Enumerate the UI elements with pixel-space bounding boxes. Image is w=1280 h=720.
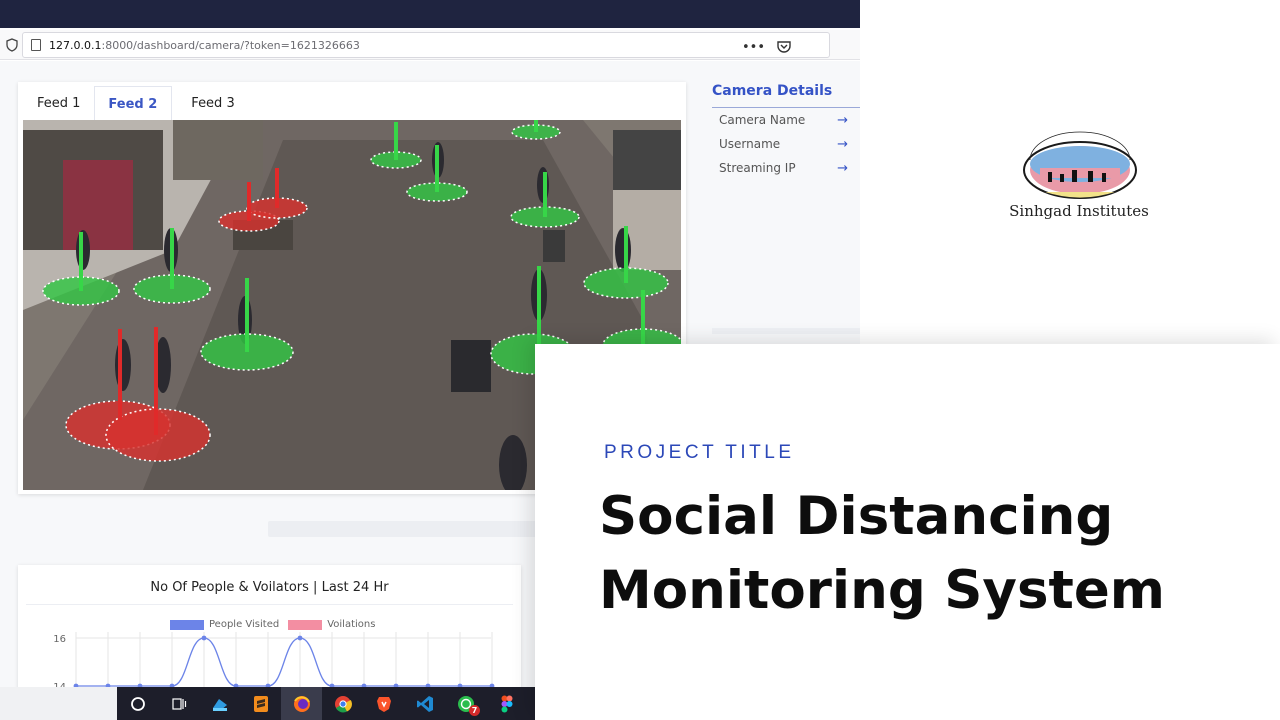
pocket-icon[interactable] (777, 40, 791, 53)
camera-name-label: Camera Name (719, 113, 806, 127)
screen: 127.0.0.1:8000/dashboard/camera/?token=1… (0, 0, 1280, 720)
project-label: PROJECT TITLE (604, 442, 795, 463)
cortana-icon[interactable] (117, 687, 158, 720)
panel-placeholder (712, 328, 860, 334)
project-title: Social Distancing Monitoring System (599, 480, 1279, 628)
series-line-people-visited (75, 637, 492, 687)
shield-icon[interactable] (6, 38, 18, 52)
brave-icon[interactable] (363, 687, 404, 720)
loading-placeholder (268, 521, 538, 537)
tab-feed-3[interactable]: Feed 3 (172, 86, 248, 120)
streaming-ip-label: Streaming IP (719, 161, 796, 175)
whatsapp-icon[interactable]: 7 (445, 687, 486, 720)
browser-titlebar (0, 0, 860, 28)
data-point (201, 635, 207, 641)
task-view-icon[interactable] (158, 687, 199, 720)
vscode-icon[interactable] (404, 687, 445, 720)
sublime-icon[interactable] (240, 687, 281, 720)
url-path: :8000/dashboard/camera/?token=1621326663 (101, 38, 360, 52)
app-icon[interactable] (199, 687, 240, 720)
streaming-ip-row[interactable]: Streaming IP → (712, 156, 860, 180)
arrow-right-icon[interactable]: → (837, 161, 848, 176)
line-chart: 1614 (53, 632, 495, 687)
project-title-line-2: Monitoring System (599, 560, 1165, 621)
firefox-icon[interactable] (281, 687, 322, 720)
camera-details-title: Camera Details (712, 82, 860, 108)
camera-details-panel: Camera Details Camera Name → Username → … (712, 82, 860, 180)
y-tick-label: 16 (53, 634, 66, 645)
arrow-right-icon[interactable]: → (837, 113, 848, 128)
project-title-line-1: Social Distancing (599, 486, 1114, 547)
figma-icon[interactable] (486, 687, 527, 720)
tab-feed-1[interactable]: Feed 1 (18, 86, 94, 120)
taskbar-apps: 7 (117, 687, 536, 720)
tab-feed-2[interactable]: Feed 2 (94, 86, 173, 120)
data-point (297, 635, 303, 641)
feed-tabs: Feed 1 Feed 2 Feed 3 (18, 86, 249, 120)
chrome-icon[interactable] (322, 687, 363, 720)
url-field[interactable]: 127.0.0.1:8000/dashboard/camera/?token=1… (22, 32, 830, 58)
page-icon (31, 39, 41, 51)
url-host: 127.0.0.1 (49, 38, 102, 52)
camera-name-row[interactable]: Camera Name → (712, 108, 860, 132)
arrow-right-icon[interactable]: → (837, 137, 848, 152)
username-label: Username (719, 137, 781, 151)
username-row[interactable]: Username → (712, 132, 860, 156)
page-actions-menu-icon[interactable]: ••• (742, 40, 765, 55)
address-bar: 127.0.0.1:8000/dashboard/camera/?token=1… (0, 30, 860, 84)
notification-badge: 7 (469, 705, 480, 716)
logo-caption: Sinhgad Institutes (1009, 202, 1149, 220)
